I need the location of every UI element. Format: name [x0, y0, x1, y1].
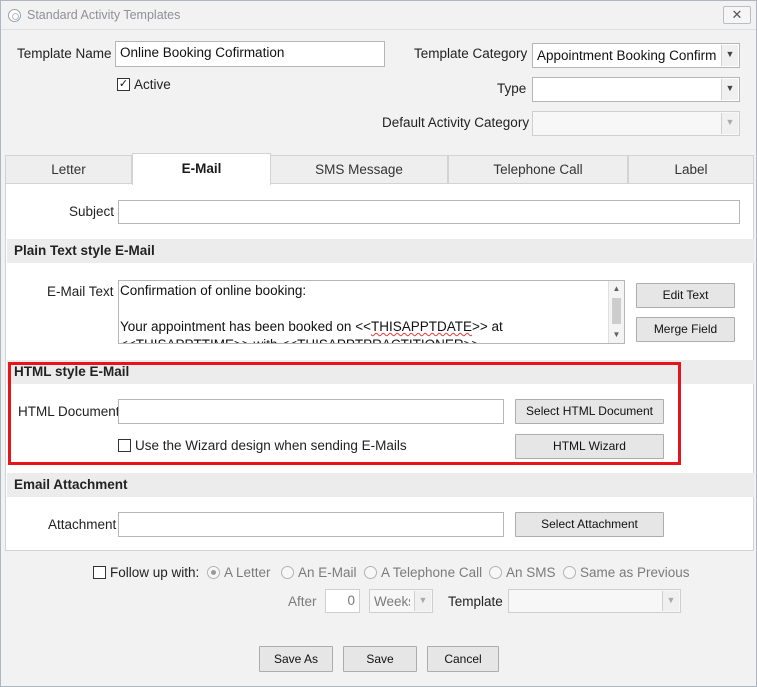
radio-an-email-label: An E-Mail	[298, 565, 357, 580]
template-name-label: Template Name	[17, 46, 112, 61]
chevron-down-icon[interactable]: ▼	[721, 45, 738, 66]
save-as-button[interactable]: Save As	[259, 646, 333, 672]
after-label: After	[288, 594, 317, 609]
wizard-design-label: Use the Wizard design when sending E-Mai…	[135, 438, 407, 453]
template-name-input[interactable]: Online Booking Cofirmation	[115, 41, 385, 67]
merge-field-button[interactable]: Merge Field	[636, 317, 735, 342]
email-text-line: Confirmation of online booking:	[120, 283, 307, 298]
select-attachment-button[interactable]: Select Attachment	[515, 512, 664, 537]
email-text-line: Your appointment has been booked on <<TH…	[120, 319, 503, 334]
type-select[interactable]: ▼	[532, 77, 740, 102]
radio-telephone-call-label: A Telephone Call	[381, 565, 483, 580]
radio-an-sms[interactable]	[489, 566, 502, 579]
after-value-input[interactable]: 0	[325, 589, 360, 613]
chevron-down-icon[interactable]: ▼	[721, 113, 738, 134]
active-checkbox[interactable]: ✓	[117, 78, 130, 91]
save-button[interactable]: Save	[343, 646, 417, 672]
radio-an-email[interactable]	[281, 566, 294, 579]
radio-an-sms-label: An SMS	[506, 565, 556, 580]
tab-email[interactable]: E-Mail	[132, 153, 271, 185]
dialog-window: Standard Activity Templates ✕ Template N…	[0, 0, 757, 687]
radio-same-as-previous-label: Same as Previous	[580, 565, 690, 580]
spellcheck-underlined-word: THISAPPTDATE	[370, 319, 472, 334]
template-category-select[interactable]: Appointment Booking Confirmation ▼	[532, 43, 740, 68]
tab-sms-message[interactable]: SMS Message	[270, 155, 448, 184]
html-section-header: HTML style E-Mail	[7, 360, 754, 384]
subject-input[interactable]	[118, 200, 740, 224]
wizard-design-checkbox[interactable]	[118, 439, 131, 452]
email-attachment-section-header: Email Attachment	[7, 473, 754, 497]
email-tab-panel: Subject Plain Text style E-Mail E-Mail T…	[5, 183, 754, 551]
window-title: Standard Activity Templates	[27, 8, 181, 22]
template-category-value: Appointment Booking Confirmation	[537, 48, 717, 63]
attachment-input[interactable]	[118, 512, 504, 537]
attachment-label: Attachment	[48, 517, 117, 532]
chevron-down-icon[interactable]: ▼	[662, 591, 679, 611]
type-label: Type	[497, 81, 527, 96]
html-document-label: HTML Document	[18, 404, 120, 419]
html-document-input[interactable]	[118, 399, 504, 424]
followup-template-select[interactable]: ▼	[508, 589, 681, 613]
html-wizard-button[interactable]: HTML Wizard	[515, 434, 664, 459]
follow-up-label: Follow up with:	[110, 565, 200, 580]
tab-label[interactable]: Label	[628, 155, 754, 184]
radio-a-letter-label: A Letter	[224, 565, 271, 580]
email-text-line: <<THISAPPTTIME>> with <<THISAPPTPRACTITI…	[120, 336, 479, 343]
scroll-thumb[interactable]	[612, 298, 621, 324]
radio-same-as-previous[interactable]	[563, 566, 576, 579]
subject-label: Subject	[69, 204, 115, 219]
checkmark-icon: ✓	[118, 78, 129, 90]
default-activity-category-select[interactable]: ▼	[532, 111, 740, 136]
plain-text-section-header: Plain Text style E-Mail	[7, 239, 754, 263]
radio-a-letter[interactable]	[207, 566, 220, 579]
follow-up-checkbox[interactable]	[93, 566, 106, 579]
email-text-scrollbar[interactable]: ▲ ▼	[608, 281, 624, 343]
title-bar: Standard Activity Templates ✕	[1, 1, 756, 30]
scroll-up-icon[interactable]: ▲	[609, 281, 624, 297]
default-activity-category-label: Default Activity Category	[382, 115, 530, 130]
app-icon	[8, 9, 21, 22]
scroll-down-icon[interactable]: ▼	[609, 327, 624, 343]
close-icon: ✕	[731, 7, 743, 22]
email-text-label: E-Mail Text	[47, 284, 114, 299]
chevron-down-icon[interactable]: ▼	[414, 591, 431, 611]
tab-telephone-call[interactable]: Telephone Call	[448, 155, 628, 184]
followup-template-label: Template	[448, 594, 503, 609]
template-category-label: Template Category	[414, 46, 528, 61]
close-button[interactable]: ✕	[723, 6, 751, 24]
active-label: Active	[134, 77, 171, 92]
email-text-area[interactable]: Confirmation of online booking: Your app…	[118, 280, 625, 344]
chevron-down-icon[interactable]: ▼	[721, 79, 738, 100]
interval-unit-value: Weeks	[374, 594, 410, 609]
cancel-button[interactable]: Cancel	[427, 646, 499, 672]
edit-text-button[interactable]: Edit Text	[636, 283, 735, 308]
interval-unit-select[interactable]: Weeks ▼	[369, 589, 433, 613]
radio-telephone-call[interactable]	[364, 566, 377, 579]
select-html-document-button[interactable]: Select HTML Document	[515, 399, 664, 424]
tab-strip: Letter E-Mail SMS Message Telephone Call…	[5, 153, 754, 185]
tab-letter[interactable]: Letter	[5, 155, 132, 184]
